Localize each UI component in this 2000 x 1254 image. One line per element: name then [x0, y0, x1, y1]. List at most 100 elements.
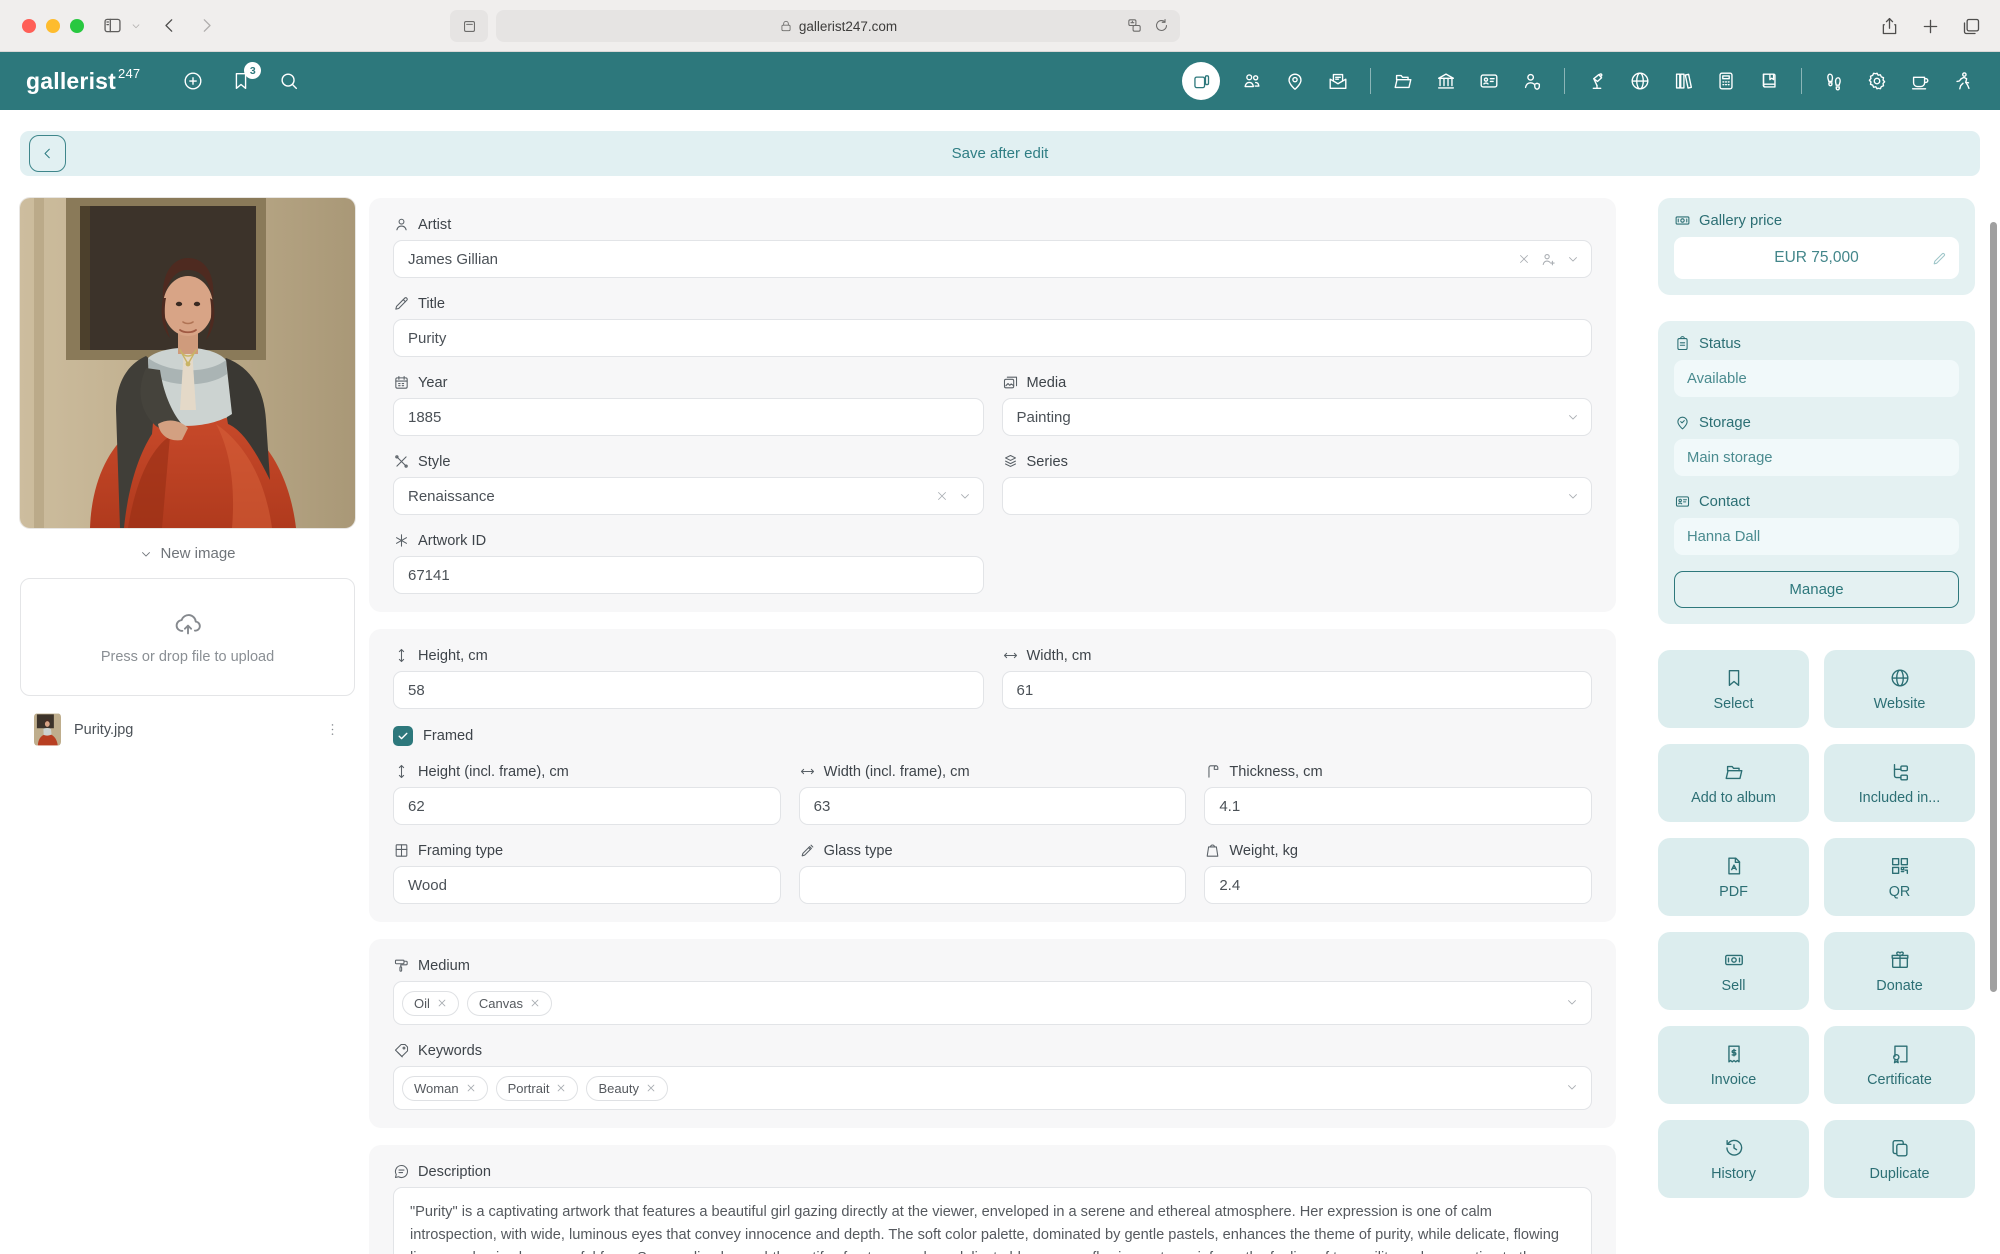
library-icon[interactable]	[1672, 70, 1694, 92]
sell-button[interactable]: Sell	[1658, 932, 1809, 1010]
invoice-button[interactable]: Invoice	[1658, 1026, 1809, 1104]
window-controls[interactable]	[22, 18, 84, 33]
width-input[interactable]	[1001, 671, 1592, 709]
file-dropzone[interactable]: Press or drop file to upload	[20, 578, 355, 696]
framing-type-input[interactable]	[393, 866, 781, 904]
clear-icon[interactable]	[1517, 252, 1531, 266]
address-bar[interactable]: gallerist247.com	[496, 10, 1180, 42]
manage-button[interactable]: Manage	[1674, 571, 1959, 608]
exit-icon[interactable]	[1952, 70, 1974, 92]
file-menu-icon[interactable]	[320, 717, 345, 742]
chevron-down-icon[interactable]	[1566, 410, 1580, 424]
status-value[interactable]: Available	[1674, 360, 1959, 397]
locations-icon[interactable]	[1284, 70, 1306, 92]
included-in-button[interactable]: Included in...	[1824, 744, 1975, 822]
artwork-image[interactable]	[20, 198, 355, 528]
person-add-icon[interactable]	[1540, 251, 1557, 268]
remove-tag-icon[interactable]	[528, 996, 542, 1010]
artworks-icon[interactable]	[1182, 62, 1220, 100]
chevron-down-icon[interactable]	[1566, 252, 1580, 266]
history-button[interactable]: History	[1658, 1120, 1809, 1198]
institution-icon[interactable]	[1435, 70, 1457, 92]
height-input[interactable]	[393, 671, 984, 709]
settings-icon[interactable]	[1866, 70, 1888, 92]
reload-icon[interactable]	[1153, 17, 1170, 34]
translate-icon[interactable]	[1126, 17, 1143, 34]
qr-button[interactable]: QR	[1824, 838, 1975, 916]
clear-icon[interactable]	[935, 489, 949, 503]
zoom-window-button[interactable]	[70, 18, 84, 33]
weight-input[interactable]	[1204, 866, 1593, 904]
share-icon[interactable]	[1879, 16, 1900, 37]
artist-input[interactable]	[393, 240, 1592, 278]
remove-tag-icon[interactable]	[644, 1081, 658, 1095]
back-icon[interactable]	[159, 15, 180, 36]
footprints-icon[interactable]	[1823, 70, 1845, 92]
contacts-icon[interactable]	[1241, 70, 1263, 92]
title-input[interactable]	[393, 319, 1592, 357]
medium-field[interactable]: Oil Canvas	[393, 981, 1592, 1025]
save-after-edit-button[interactable]: Save after edit	[20, 145, 1980, 162]
height-frame-input[interactable]	[393, 787, 781, 825]
duplicate-button[interactable]: Duplicate	[1824, 1120, 1975, 1198]
style-select[interactable]	[393, 477, 984, 515]
minimize-window-button[interactable]	[46, 18, 60, 33]
donate-button[interactable]: Donate	[1824, 932, 1975, 1010]
glass-type-input[interactable]	[798, 866, 1187, 904]
chevron-down-icon[interactable]	[958, 489, 972, 503]
certificate-button[interactable]: Certificate	[1824, 1026, 1975, 1104]
app-logo[interactable]: gallerist 247	[26, 66, 140, 95]
chevron-down-icon[interactable]	[1566, 489, 1580, 503]
series-select[interactable]	[1001, 477, 1592, 515]
ledger-icon[interactable]	[1758, 70, 1780, 92]
folder-icon[interactable]	[1392, 70, 1414, 92]
checkbox-checked-icon[interactable]	[393, 726, 413, 746]
calendar-icon	[395, 375, 408, 389]
folder-open-icon	[1725, 765, 1742, 779]
calculator-icon[interactable]	[1715, 70, 1737, 92]
pdf-button[interactable]: PDF	[1658, 838, 1809, 916]
artwork-id-input[interactable]	[393, 556, 984, 594]
chevron-down-icon[interactable]	[129, 19, 143, 33]
page-preview-button[interactable]	[450, 10, 488, 42]
add-to-album-button[interactable]: Add to album	[1658, 744, 1809, 822]
consignee-icon[interactable]	[1521, 70, 1543, 92]
close-window-button[interactable]	[22, 18, 36, 33]
cafe-icon[interactable]	[1909, 70, 1931, 92]
scrollbar[interactable]	[1990, 222, 1997, 992]
media-select[interactable]	[1001, 398, 1592, 436]
new-image-toggle[interactable]: New image	[20, 545, 355, 562]
description-label: Description	[418, 1163, 491, 1180]
framed-checkbox[interactable]: Framed	[393, 726, 1592, 746]
artist-label: Artist	[418, 216, 452, 233]
new-tab-icon[interactable]	[1920, 16, 1941, 37]
website-button[interactable]: Website	[1824, 650, 1975, 728]
tabs-overview-icon[interactable]	[1961, 16, 1982, 37]
width-frame-input[interactable]	[798, 787, 1187, 825]
remove-tag-icon[interactable]	[554, 1081, 568, 1095]
contact-value[interactable]: Hanna Dall	[1674, 518, 1959, 555]
chevron-down-icon[interactable]	[1565, 995, 1579, 1009]
globe-icon[interactable]	[1629, 70, 1651, 92]
forward-icon[interactable]	[196, 15, 217, 36]
file-row[interactable]: Purity.jpg	[20, 713, 355, 746]
chevron-down-icon[interactable]	[1565, 1080, 1579, 1094]
mail-icon[interactable]	[1327, 70, 1349, 92]
id-card-icon[interactable]	[1478, 70, 1500, 92]
edit-price-icon[interactable]	[1931, 250, 1948, 267]
keywords-field[interactable]: Woman Portrait Beauty	[393, 1066, 1592, 1110]
bookmarks-icon[interactable]: 3	[230, 62, 262, 92]
contact-label: Contact	[1699, 493, 1750, 510]
search-icon[interactable]	[278, 70, 300, 92]
select-button[interactable]: Select	[1658, 650, 1809, 728]
add-icon[interactable]	[182, 70, 204, 92]
remove-tag-icon[interactable]	[435, 996, 449, 1010]
lamp-icon[interactable]	[1586, 70, 1608, 92]
gallery-price-value[interactable]: EUR 75,000	[1674, 237, 1959, 279]
sidebar-toggle-icon[interactable]	[102, 15, 123, 36]
remove-tag-icon[interactable]	[464, 1081, 478, 1095]
description-textarea[interactable]: "Purity" is a captivating artwork that f…	[393, 1187, 1592, 1254]
year-input[interactable]	[393, 398, 984, 436]
thickness-input[interactable]	[1204, 787, 1593, 825]
storage-value[interactable]: Main storage	[1674, 439, 1959, 476]
